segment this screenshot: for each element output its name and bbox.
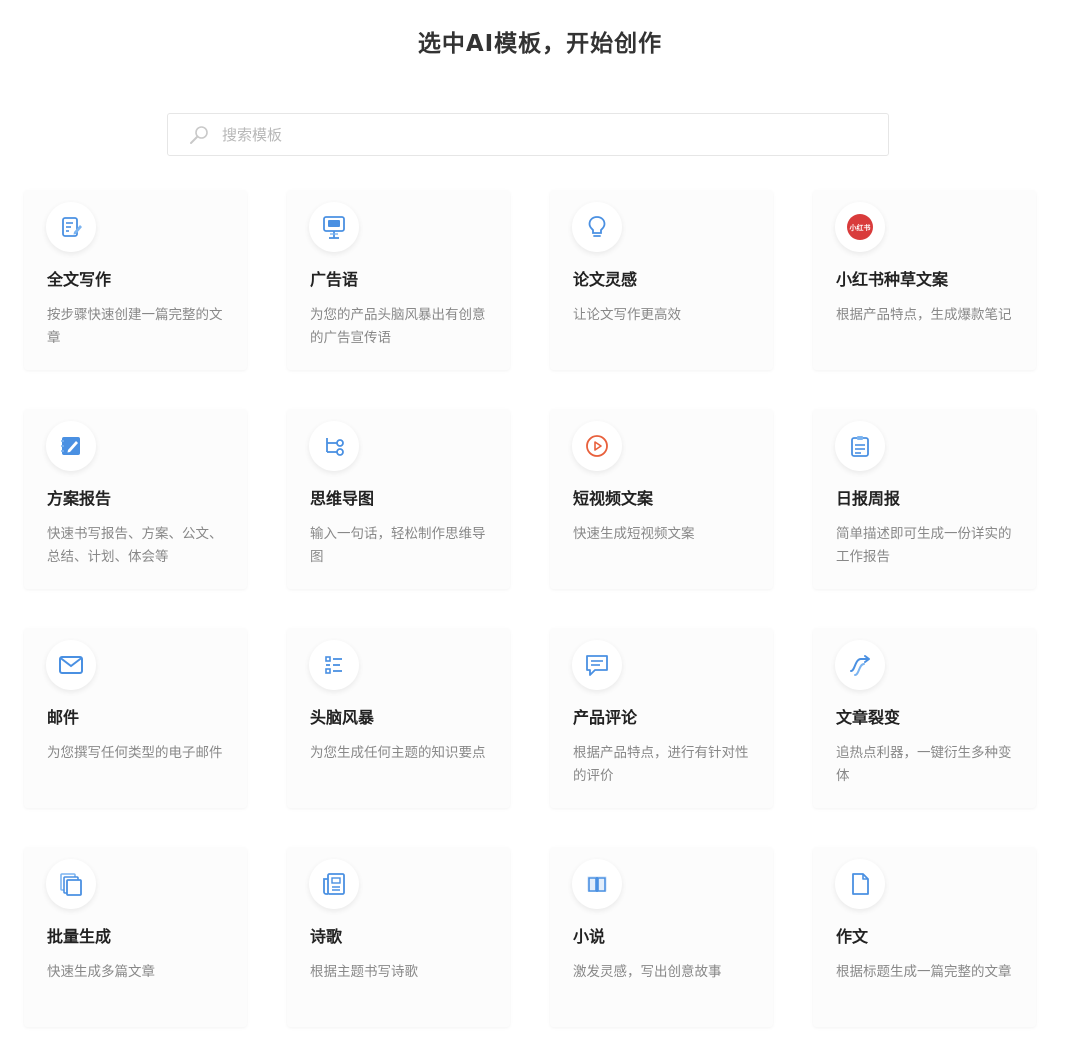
card-title: 全文写作 <box>47 270 112 289</box>
card-title: 日报周报 <box>836 489 901 508</box>
page-title: 选中AI模板，开始创作 <box>417 31 663 57</box>
template-card-short-video[interactable]: 短视频文案 快速生成短视频文案 <box>550 409 773 589</box>
template-card-novel[interactable]: 小说 激发灵感，写出创意故事 <box>550 847 773 1027</box>
card-description: 根据标题生成一篇完整的文章 <box>836 964 1012 980</box>
copy-stack-icon <box>46 859 96 909</box>
card-description: 快速生成多篇文章 <box>47 964 155 980</box>
card-description: 让论文写作更高效 <box>573 307 681 323</box>
template-card-brainstorm[interactable]: 头脑风暴 为您生成任何主题的知识要点 <box>287 628 510 808</box>
card-description: 为您撰写任何类型的电子邮件 <box>47 745 223 761</box>
template-card-daily-weekly[interactable]: 日报周报 简单描述即可生成一份详实的工作报告 <box>813 409 1036 589</box>
card-description: 为您的产品头脑风暴出有创意的广告宣传语 <box>310 307 486 346</box>
card-title: 邮件 <box>47 708 80 727</box>
open-book-icon <box>572 859 622 909</box>
search-icon <box>188 124 210 146</box>
mindmap-icon <box>309 421 359 471</box>
template-card-xiaohongshu[interactable]: 小红书 小红书种草文案 根据产品特点，生成爆款笔记 <box>813 190 1036 370</box>
template-card-poem[interactable]: 诗歌 根据主题书写诗歌 <box>287 847 510 1027</box>
comment-icon <box>572 640 622 690</box>
notebook-pen-icon <box>46 421 96 471</box>
template-page: 选中AI模板，开始创作 全文写作 按步骤快速创建一篇完整的文章 <box>0 0 1080 1039</box>
card-description: 快速生成短视频文案 <box>573 526 695 542</box>
card-description: 根据产品特点，生成爆款笔记 <box>836 307 1012 323</box>
card-title: 作文 <box>836 927 869 946</box>
template-card-composition[interactable]: 作文 根据标题生成一篇完整的文章 <box>813 847 1036 1027</box>
file-icon <box>835 859 885 909</box>
card-description: 根据主题书写诗歌 <box>310 964 418 980</box>
card-title: 诗歌 <box>310 927 343 946</box>
card-title: 论文灵感 <box>573 270 638 289</box>
card-description: 快速书写报告、方案、公文、总结、计划、体会等 <box>47 526 223 565</box>
play-circle-icon <box>572 421 622 471</box>
card-description: 按步骤快速创建一篇完整的文章 <box>47 307 223 346</box>
card-title: 短视频文案 <box>573 489 654 508</box>
mail-icon <box>46 640 96 690</box>
search-box[interactable] <box>167 113 889 156</box>
template-card-slogan[interactable]: 广告语 为您的产品头脑风暴出有创意的广告宣传语 <box>287 190 510 370</box>
clipboard-icon <box>835 421 885 471</box>
ad-board-icon <box>309 202 359 252</box>
lightbulb-icon <box>572 202 622 252</box>
template-card-product-review[interactable]: 产品评论 根据产品特点，进行有针对性的评价 <box>550 628 773 808</box>
template-grid: 全文写作 按步骤快速创建一篇完整的文章 广告语 为您的产品头脑风暴出有创意的广告… <box>24 190 1036 1027</box>
card-description: 根据产品特点，进行有针对性的评价 <box>573 745 749 784</box>
card-title: 思维导图 <box>310 489 375 508</box>
card-description: 激发灵感，写出创意故事 <box>573 964 722 980</box>
template-card-mindmap[interactable]: 思维导图 输入一句话，轻松制作思维导图 <box>287 409 510 589</box>
card-description: 为您生成任何主题的知识要点 <box>310 745 486 761</box>
template-card-full-writing[interactable]: 全文写作 按步骤快速创建一篇完整的文章 <box>24 190 247 370</box>
newspaper-icon <box>309 859 359 909</box>
search-input[interactable] <box>222 114 862 155</box>
template-card-email[interactable]: 邮件 为您撰写任何类型的电子邮件 <box>24 628 247 808</box>
list-icon <box>309 640 359 690</box>
split-arrow-icon <box>835 640 885 690</box>
template-card-report[interactable]: 方案报告 快速书写报告、方案、公文、总结、计划、体会等 <box>24 409 247 589</box>
card-title: 头脑风暴 <box>310 708 375 727</box>
template-card-batch-generate[interactable]: 批量生成 快速生成多篇文章 <box>24 847 247 1027</box>
document-edit-icon <box>46 202 96 252</box>
card-title: 批量生成 <box>47 927 112 946</box>
svg-text:小红书: 小红书 <box>849 223 871 232</box>
card-title: 文章裂变 <box>836 708 901 727</box>
card-title: 产品评论 <box>573 708 638 727</box>
template-card-article-fission[interactable]: 文章裂变 追热点利器，一键衍生多种变体 <box>813 628 1036 808</box>
card-title: 广告语 <box>310 270 359 289</box>
card-description: 输入一句话，轻松制作思维导图 <box>310 526 486 565</box>
xiaohongshu-logo-icon: 小红书 <box>835 202 885 252</box>
card-title: 小说 <box>573 927 606 946</box>
card-title: 小红书种草文案 <box>836 270 949 289</box>
card-title: 方案报告 <box>47 489 112 508</box>
template-card-thesis-inspiration[interactable]: 论文灵感 让论文写作更高效 <box>550 190 773 370</box>
card-description: 简单描述即可生成一份详实的工作报告 <box>836 526 1012 565</box>
card-description: 追热点利器，一键衍生多种变体 <box>836 745 1012 784</box>
